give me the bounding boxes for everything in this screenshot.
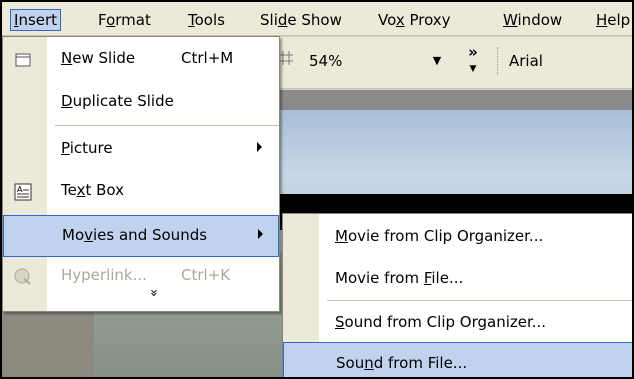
menu-item-movies-and-sounds-label: Movies and Sounds <box>62 226 207 244</box>
menu-item-duplicate-slide[interactable]: Duplicate Slide <box>3 82 279 124</box>
insert-menu: New Slide Ctrl+M Duplicate Slide Picture… <box>2 36 280 312</box>
picture-accel: P <box>61 139 70 157</box>
submenu-item-sound-from-file[interactable]: Sound from File... <box>283 342 632 377</box>
menu-item-hyperlink-label: Hyperlink... <box>61 266 147 284</box>
submenu-item-label: Movie from Clip Organizer... <box>335 227 543 245</box>
menu-item-picture[interactable]: Picture <box>3 129 279 171</box>
submenu-arrow-icon <box>258 229 263 239</box>
menu-tools-label: ools <box>194 11 225 29</box>
menu-vox-proxy[interactable]: Vox Proxy <box>374 9 455 31</box>
font-name-value: Arial <box>509 52 543 70</box>
expand-menu-chevron-icon[interactable]: » <box>145 287 161 299</box>
menu-slide-show-label: e Show <box>287 11 342 29</box>
new-slide-text: ew Slide <box>72 49 136 67</box>
submenu-separator <box>327 300 632 301</box>
new-slide-icon <box>15 53 31 67</box>
menu-vox-proxy-label: Proxy <box>404 11 451 29</box>
toolbar-overflow-glyph: » <box>468 43 478 61</box>
menu-window-accel: W <box>503 11 518 29</box>
svg-text:A: A <box>17 185 23 194</box>
menu-slide-show-accel: d <box>277 11 288 29</box>
menu-item-text-box[interactable]: A Text Box <box>3 171 279 213</box>
menu-window-label: indow <box>517 11 563 29</box>
menu-help-label: elp <box>607 11 631 29</box>
menu-slide-show[interactable]: Slide Show <box>256 9 346 31</box>
menu-vox-proxy-accel: x <box>395 11 405 29</box>
submenu-item-label: Sound from File... <box>336 354 467 372</box>
menu-insert[interactable]: Insert <box>10 9 62 31</box>
submenu-item-movie-from-clip-organizer[interactable]: Movie from Clip Organizer... <box>283 216 632 260</box>
app-window: Insert Format Tools Slide Show Vox Proxy… <box>0 0 634 379</box>
sound-clip-accel: S <box>335 313 345 331</box>
toolbar-separator <box>497 47 499 75</box>
text-box-text-pre: Te <box>61 181 77 199</box>
movies-and-sounds-submenu: Movie from Clip Organizer... Movie from … <box>282 213 632 377</box>
movies-text-pre: Mo <box>62 226 85 244</box>
menu-separator <box>55 125 279 126</box>
movie-file-text: ile... <box>431 269 464 287</box>
menu-item-hyperlink-shortcut: Ctrl+K <box>181 266 231 284</box>
submenu-item-movie-from-file[interactable]: Movie from File... <box>283 258 632 302</box>
menu-format-label-pre: F <box>98 11 107 29</box>
menu-item-duplicate-slide-label: Duplicate Slide <box>61 92 174 110</box>
zoom-value: 54% <box>309 52 343 70</box>
menu-slide-show-label-pre: Sli <box>260 11 278 29</box>
font-name-combo[interactable]: Arial <box>509 49 632 73</box>
movie-clip-text: ovie from Clip Organizer... <box>347 227 544 245</box>
toolbar-overflow-icon[interactable]: » ▼ <box>464 43 482 75</box>
text-box-text: t Box <box>85 181 125 199</box>
menu-item-hyperlink[interactable]: Hyperlink... Ctrl+K <box>3 256 279 298</box>
menu-format-accel: o <box>106 11 116 29</box>
sound-clip-text: ound from Clip Organizer... <box>344 313 547 331</box>
menu-window[interactable]: Window <box>499 9 566 31</box>
menu-help[interactable]: Help <box>592 9 632 31</box>
zoom-combo[interactable]: 54% <box>309 49 439 73</box>
text-box-icon: A <box>14 183 32 201</box>
menu-item-new-slide[interactable]: New Slide Ctrl+M <box>3 39 279 81</box>
menu-item-movies-and-sounds[interactable]: Movies and Sounds <box>3 215 279 257</box>
sound-file-text-pre: Sou <box>336 354 365 372</box>
menu-insert-label: nsert <box>18 11 58 29</box>
movies-text: ies and Sounds <box>93 226 208 244</box>
submenu-item-sound-from-clip-organizer[interactable]: Sound from Clip Organizer... <box>283 302 632 346</box>
submenu-item-label: Movie from File... <box>335 269 463 287</box>
new-slide-accel: N <box>61 49 73 67</box>
menu-item-text-box-label: Text Box <box>61 181 124 199</box>
menu-bar: Insert Format Tools Slide Show Vox Proxy… <box>2 2 632 36</box>
toolbar-overflow-arrow: ▼ <box>469 64 477 74</box>
sound-file-text: d from File... <box>373 354 468 372</box>
duplicate-slide-text: uplicate Slide <box>72 92 174 110</box>
grid-icon[interactable] <box>278 50 294 66</box>
zoom-dropdown-icon[interactable]: ▼ <box>428 49 446 73</box>
hyperlink-icon <box>14 268 31 285</box>
expand-menu-glyph: » <box>145 289 161 297</box>
menu-tools-accel: T <box>188 11 195 29</box>
submenu-item-label: Sound from Clip Organizer... <box>335 313 546 331</box>
menu-item-new-slide-label: New Slide <box>61 49 135 67</box>
menu-help-accel: H <box>596 11 608 29</box>
submenu-arrow-icon <box>257 142 262 152</box>
movie-file-text-pre: Movie from <box>335 269 424 287</box>
movie-clip-accel: M <box>335 227 348 245</box>
sound-file-accel: n <box>364 354 374 372</box>
duplicate-slide-accel: D <box>61 92 73 110</box>
menu-tools[interactable]: Tools <box>184 9 229 31</box>
menu-item-picture-label: Picture <box>61 139 113 157</box>
menu-vox-proxy-label-pre: Vo <box>378 11 396 29</box>
menu-format-label: rmat <box>115 11 151 29</box>
menu-format[interactable]: Format <box>94 9 155 31</box>
picture-text: icture <box>69 139 113 157</box>
movies-accel: v <box>84 226 94 244</box>
menu-item-new-slide-shortcut: Ctrl+M <box>181 49 234 67</box>
